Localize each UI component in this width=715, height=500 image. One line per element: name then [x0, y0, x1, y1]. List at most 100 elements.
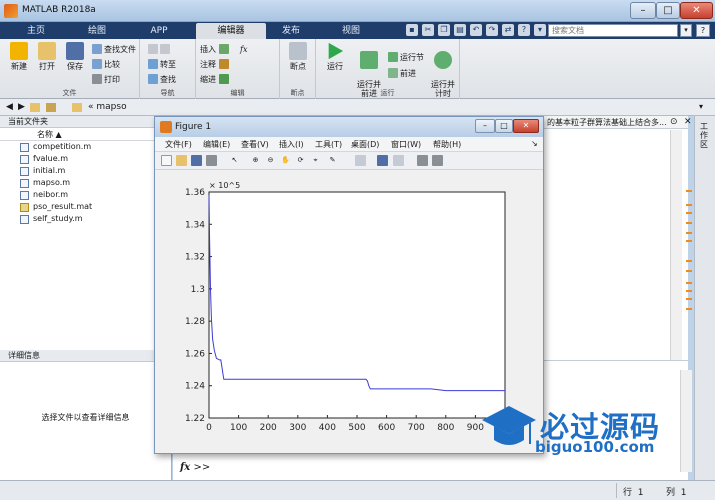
browse-folder-icon[interactable]: [46, 103, 56, 112]
cut-quick-icon[interactable]: ✂: [422, 24, 434, 36]
figure-menu-window[interactable]: 窗口(W): [391, 139, 421, 150]
new-figure-icon[interactable]: [161, 155, 172, 166]
tab-plots[interactable]: 绘图: [72, 23, 122, 39]
hide-plot-tools-icon[interactable]: [417, 155, 428, 166]
figure-minimize-button[interactable]: –: [475, 119, 495, 133]
show-plot-tools-icon[interactable]: [432, 155, 443, 166]
up-folder-icon[interactable]: [30, 103, 40, 112]
link-plot-icon[interactable]: [355, 155, 366, 166]
code-analyzer-marker[interactable]: [686, 270, 692, 272]
file-item[interactable]: mapso.m: [0, 177, 171, 189]
comment-button[interactable]: 注释: [200, 58, 231, 71]
file-item[interactable]: initial.m: [0, 165, 171, 177]
advance-button[interactable]: 前进: [388, 67, 416, 80]
figure-menu-edit[interactable]: 编辑(E): [203, 139, 230, 150]
maximize-button[interactable]: □: [656, 2, 680, 19]
goto-button[interactable]: 转至: [148, 58, 176, 71]
figure-menu-insert[interactable]: 插入(I): [279, 139, 304, 150]
file-item[interactable]: competition.m: [0, 141, 171, 153]
forward-arrow-icon[interactable]: ▶: [18, 102, 25, 112]
tab-editor[interactable]: 编辑器: [196, 23, 266, 39]
search-dropdown-icon[interactable]: ▾: [680, 24, 692, 37]
save-figure-icon[interactable]: [191, 155, 202, 166]
editor-expand-icon[interactable]: ⊙: [670, 117, 678, 127]
data-cursor-icon[interactable]: ⌖: [310, 155, 321, 166]
save-button[interactable]: 保存: [60, 42, 90, 71]
code-analyzer-marker[interactable]: [686, 260, 692, 262]
open-button[interactable]: 打开: [32, 42, 62, 71]
code-analyzer-marker[interactable]: [686, 212, 692, 214]
figure-menu-view[interactable]: 查看(V): [241, 139, 269, 150]
code-analyzer-marker[interactable]: [686, 290, 692, 292]
pan-icon[interactable]: ✋: [280, 155, 291, 166]
open-file-icon[interactable]: [176, 155, 187, 166]
figure-menu-dock-icon[interactable]: ↘: [531, 139, 538, 148]
figure-menu-file[interactable]: 文件(F): [165, 139, 192, 150]
figure-maximize-button[interactable]: □: [495, 119, 513, 133]
legend-icon[interactable]: [393, 155, 404, 166]
print-button[interactable]: 打印: [92, 73, 120, 86]
bookmark-icon[interactable]: [148, 43, 172, 56]
code-analyzer-marker[interactable]: [686, 222, 692, 224]
tab-apps[interactable]: APP: [134, 23, 184, 39]
code-analyzer-marker[interactable]: [686, 240, 692, 242]
code-analyzer-marker[interactable]: [686, 204, 692, 206]
insert-button[interactable]: 插入: [200, 43, 231, 56]
code-analyzer-marker[interactable]: [686, 232, 692, 234]
editor-tab[interactable]: 的基本粒子群算法基础上结合多...: [543, 116, 688, 129]
file-item[interactable]: fvalue.m: [0, 153, 171, 165]
tab-publish[interactable]: 发布: [266, 23, 316, 39]
undo-quick-icon[interactable]: ↶: [470, 24, 482, 36]
pointer-icon[interactable]: ↖: [229, 155, 240, 166]
help-quick-icon[interactable]: ?: [518, 24, 530, 36]
close-button[interactable]: ✕: [680, 2, 713, 19]
run-section-button[interactable]: 运行节: [388, 51, 424, 64]
help-icon[interactable]: ?: [696, 24, 710, 37]
tab-home[interactable]: 主页: [14, 23, 58, 39]
figure-menu-desktop[interactable]: 桌面(D): [351, 139, 379, 150]
file-item[interactable]: neibor.m: [0, 189, 171, 201]
editor-scrollbar[interactable]: [670, 130, 682, 370]
compare-button[interactable]: 比较: [92, 58, 120, 71]
zoom-in-icon[interactable]: ⊕: [250, 155, 261, 166]
editor-close-icon[interactable]: ✕: [684, 117, 692, 127]
command-scrollbar[interactable]: [680, 370, 692, 472]
code-analyzer-marker[interactable]: [686, 282, 692, 284]
name-column-header[interactable]: 名称 ▲: [0, 128, 171, 141]
paste-quick-icon[interactable]: ▤: [454, 24, 466, 36]
address-dropdown-icon[interactable]: ▾: [699, 102, 703, 111]
file-item[interactable]: self_study.m: [0, 213, 171, 225]
copy-quick-icon[interactable]: ❐: [438, 24, 450, 36]
minimize-button[interactable]: –: [630, 2, 656, 19]
folder-path[interactable]: « mapso: [88, 102, 127, 112]
file-item[interactable]: pso_result.mat: [0, 201, 171, 213]
tab-view[interactable]: 视图: [326, 23, 376, 39]
search-docs-input[interactable]: 搜索文档: [548, 24, 678, 37]
back-arrow-icon[interactable]: ◀: [6, 102, 13, 112]
customize-quick-icon[interactable]: ▾: [534, 24, 546, 36]
figure-menu-tools[interactable]: 工具(T): [315, 139, 342, 150]
switch-windows-icon[interactable]: ⇄: [502, 24, 514, 36]
indent-button[interactable]: 缩进: [200, 73, 231, 86]
code-analyzer-marker[interactable]: [686, 190, 692, 192]
figure-titlebar[interactable]: Figure 1 – □ ✕: [155, 117, 543, 137]
find-files-button[interactable]: 查找文件: [92, 43, 136, 56]
brush-icon[interactable]: ✎: [327, 155, 338, 166]
rotate-3d-icon[interactable]: ⟳: [295, 155, 306, 166]
new-button[interactable]: 新建: [4, 42, 34, 71]
colorbar-icon[interactable]: [377, 155, 388, 166]
redo-quick-icon[interactable]: ↷: [486, 24, 498, 36]
figure-menu-help[interactable]: 帮助(H): [433, 139, 461, 150]
fx-insert-icon[interactable]: fx: [240, 43, 247, 56]
code-analyzer-marker[interactable]: [686, 298, 692, 300]
command-prompt[interactable]: fx >>: [180, 462, 210, 473]
workspace-side-tab[interactable]: 工作区: [694, 116, 715, 480]
print-figure-icon[interactable]: [206, 155, 217, 166]
find-button[interactable]: 查找: [148, 73, 176, 86]
breakpoints-button[interactable]: 断点: [283, 42, 313, 71]
save-quick-icon[interactable]: ▪: [406, 24, 418, 36]
run-button[interactable]: 运行: [320, 42, 350, 71]
zoom-out-icon[interactable]: ⊖: [265, 155, 276, 166]
code-analyzer-marker[interactable]: [686, 308, 692, 310]
figure-close-button[interactable]: ✕: [513, 119, 539, 133]
